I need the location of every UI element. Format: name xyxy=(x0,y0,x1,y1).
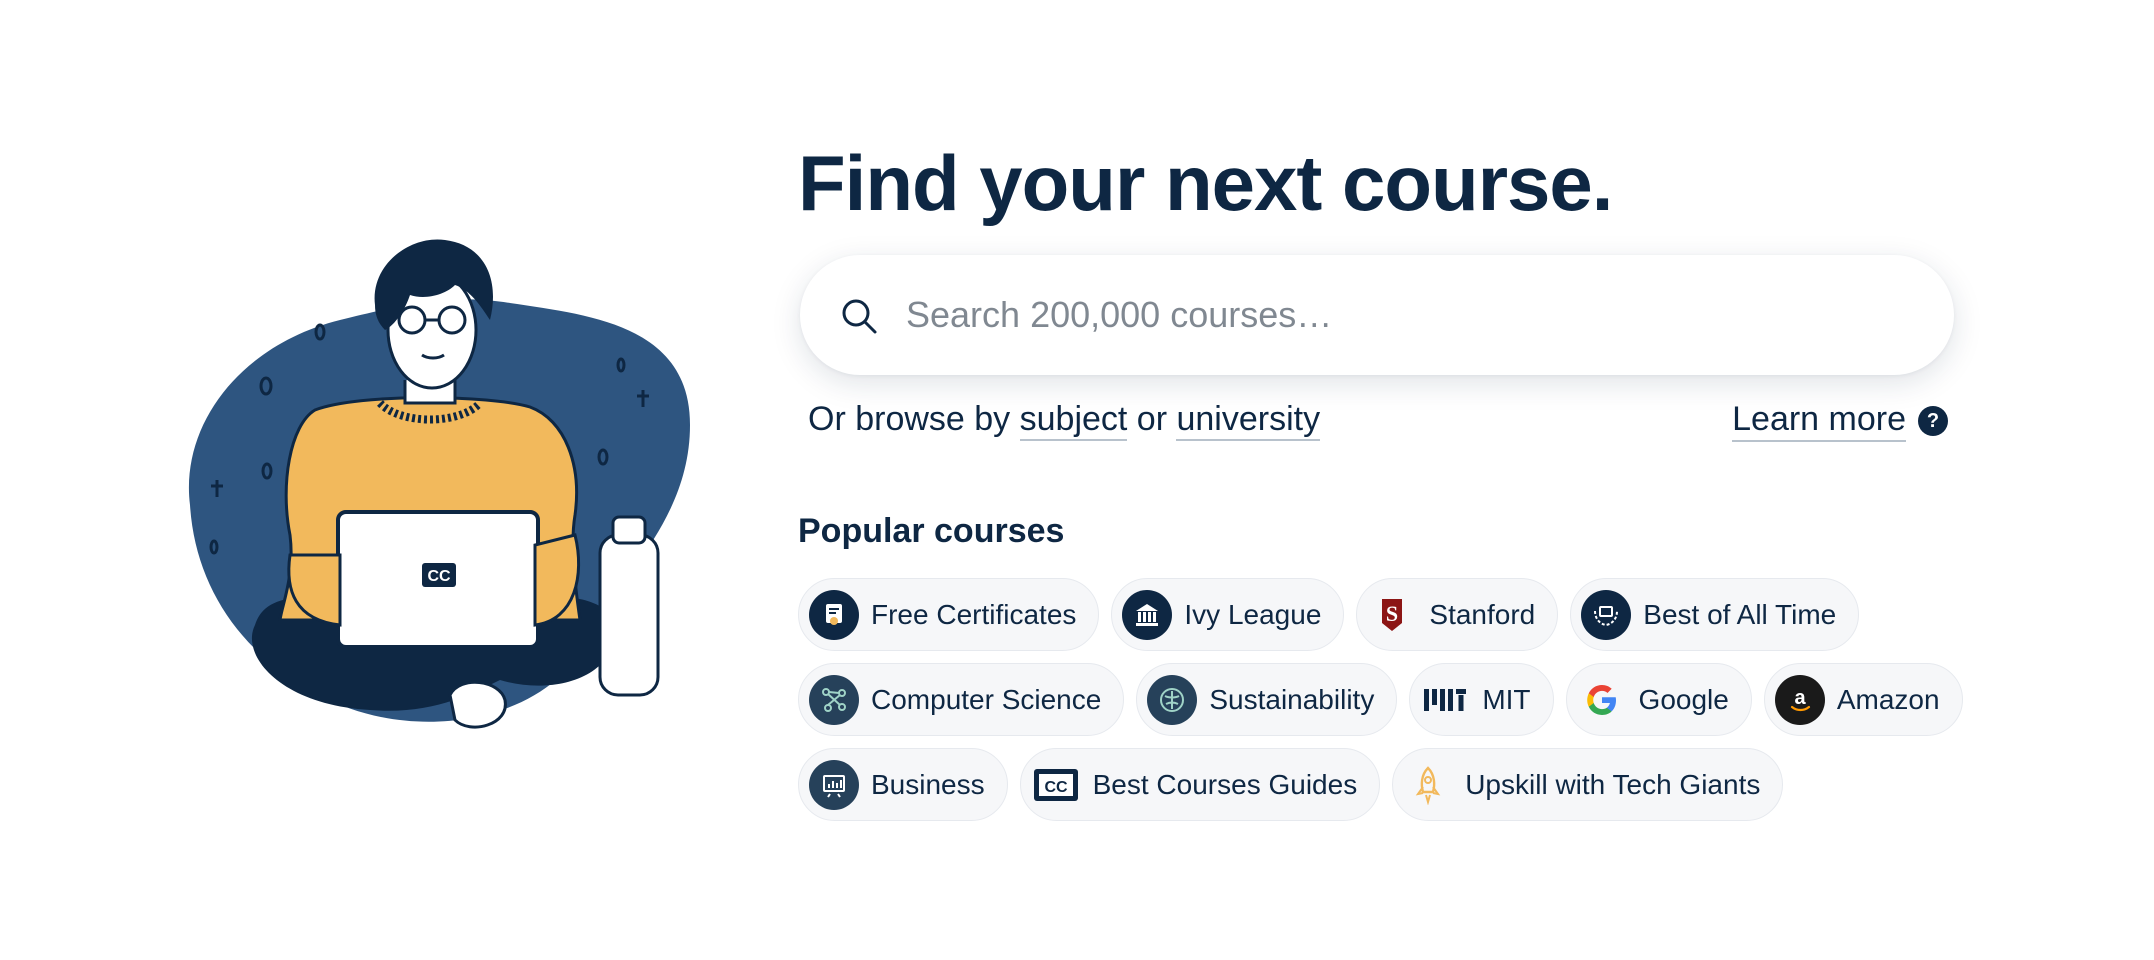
chip-computer-science[interactable]: Computer Science xyxy=(798,663,1125,736)
chip-amazon[interactable]: a Amazon xyxy=(1763,663,1963,736)
chip-upskill-with-tech-giants[interactable]: Upskill with Tech Giants xyxy=(1392,748,1784,821)
chip-business[interactable]: Business xyxy=(798,748,1008,821)
svg-text:S: S xyxy=(1386,601,1398,626)
search-icon xyxy=(842,299,877,334)
chip-label: Business xyxy=(871,768,985,800)
chip-free-certificates[interactable]: Free Certificates xyxy=(798,578,1100,651)
search-bar[interactable] xyxy=(800,255,1954,375)
class-central-logo-icon: CC xyxy=(1031,760,1081,810)
popular-courses-heading: Popular courses xyxy=(798,512,1065,550)
browse-links: Or browse by subject or university xyxy=(808,400,1321,441)
university-building-icon xyxy=(1122,589,1173,640)
chip-label: Sustainability xyxy=(1209,683,1375,715)
chip-sustainability[interactable]: Sustainability xyxy=(1136,663,1398,736)
google-logo-icon xyxy=(1577,675,1627,725)
browse-prefix: Or browse by xyxy=(808,400,1020,438)
chip-row: Computer Science Sustainability MIT Goog… xyxy=(798,663,1963,736)
learn-more-link[interactable]: Learn more xyxy=(1732,400,1906,442)
certificate-icon xyxy=(809,589,859,640)
chip-label: Best Courses Guides xyxy=(1092,768,1358,800)
chip-label: Best of All Time xyxy=(1643,598,1837,630)
chip-label: Computer Science xyxy=(871,683,1102,715)
chip-label: Google xyxy=(1638,683,1729,715)
hero-content: Find your next course. Or browse by subj… xyxy=(798,0,1963,960)
chip-mit[interactable]: MIT xyxy=(1409,663,1554,736)
chip-best-of-all-time[interactable]: Best of All Time xyxy=(1570,578,1860,651)
chip-label: Upskill with Tech Giants xyxy=(1465,768,1761,800)
page-title: Find your next course. xyxy=(798,139,1613,227)
chip-label: Amazon xyxy=(1836,683,1940,715)
chip-stanford[interactable]: S Stanford xyxy=(1356,578,1559,651)
chip-row: Free Certificates Ivy League S Stanford xyxy=(798,578,1958,651)
stanford-logo-icon: S xyxy=(1367,590,1417,640)
browse-by-university-link[interactable]: university xyxy=(1176,400,1321,441)
browse-by-subject-link[interactable]: subject xyxy=(1019,400,1128,441)
mit-logo-icon xyxy=(1420,675,1470,725)
chip-label: Ivy League xyxy=(1184,598,1322,630)
search-input[interactable] xyxy=(906,285,1906,345)
svg-text:a: a xyxy=(1794,687,1806,709)
learn-more-control[interactable]: Learn more ? xyxy=(1732,400,1948,442)
chip-ivy-league[interactable]: Ivy League xyxy=(1111,578,1345,651)
student-laptop-illustration: CC xyxy=(188,239,691,729)
help-icon[interactable]: ? xyxy=(1918,406,1948,436)
chip-label: Stanford xyxy=(1429,598,1536,630)
amazon-logo-icon: a xyxy=(1774,674,1825,725)
chip-label: Free Certificates xyxy=(871,598,1077,630)
browse-row: Or browse by subject or university Learn… xyxy=(808,400,1948,450)
network-nodes-icon xyxy=(809,674,859,725)
chip-row: Business CC Best Courses Guides Upskill … xyxy=(798,748,1958,821)
laptop-logo-text: CC xyxy=(427,568,451,585)
homepage-hero: CC Find your next course. Or browse by s… xyxy=(0,0,2154,960)
chip-label: MIT xyxy=(1482,683,1531,715)
browse-middle: or xyxy=(1127,400,1177,438)
popular-courses-chips: Free Certificates Ivy League S Stanford xyxy=(798,578,1963,833)
award-laurel-icon xyxy=(1581,589,1632,640)
rocket-icon xyxy=(1403,760,1453,810)
chip-best-courses-guides[interactable]: CC Best Courses Guides xyxy=(1019,748,1381,821)
svg-text:CC: CC xyxy=(1044,779,1068,796)
chart-board-icon xyxy=(809,759,859,810)
leaf-globe-icon xyxy=(1147,674,1198,725)
chip-google[interactable]: Google xyxy=(1565,663,1752,736)
